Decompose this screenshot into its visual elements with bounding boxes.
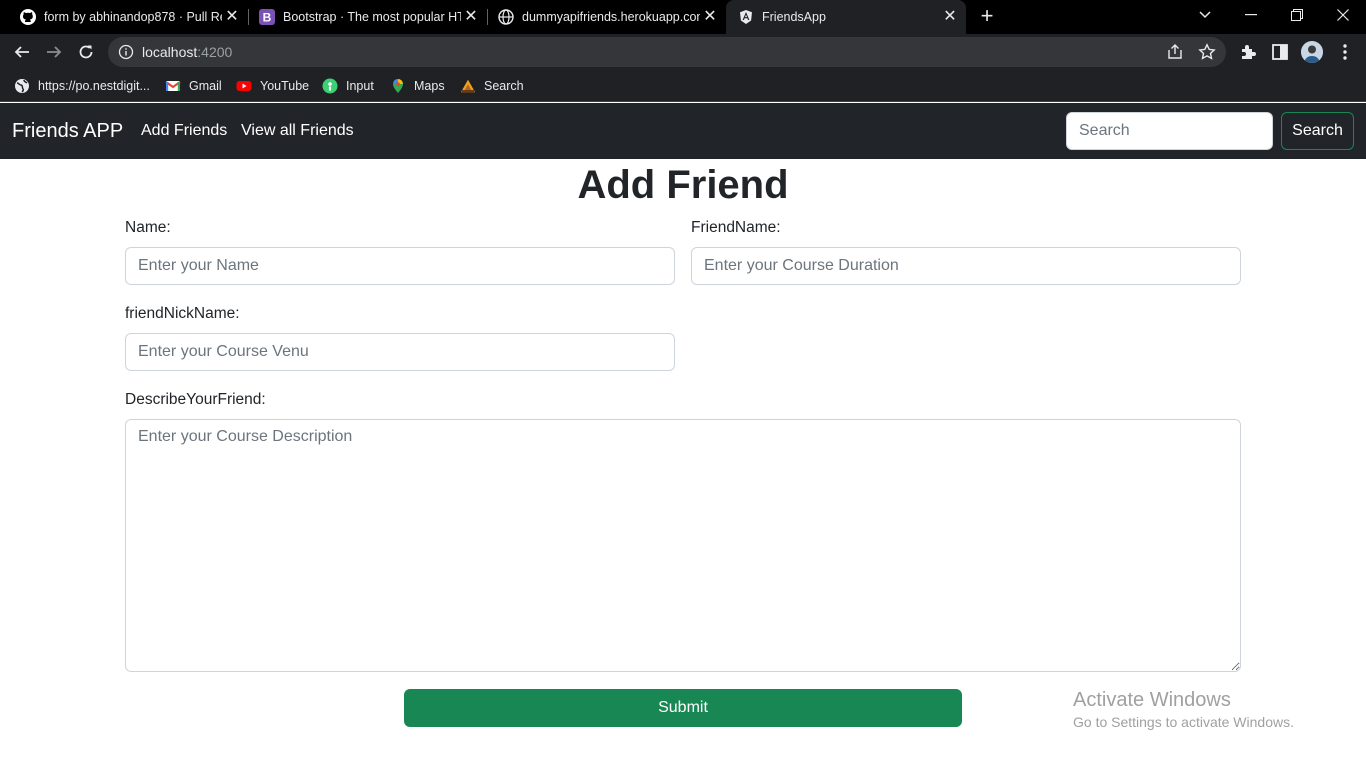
- menu-kebab-icon[interactable]: [1335, 42, 1355, 62]
- forward-icon[interactable]: [40, 38, 68, 66]
- tab-search-icon[interactable]: [1182, 0, 1228, 30]
- input-icon: [322, 78, 338, 94]
- browser-tab-bootstrap[interactable]: B Bootstrap · The most popular HTI ✕: [247, 0, 487, 34]
- navbar-search-button[interactable]: Search: [1281, 112, 1354, 150]
- activation-watermark-title: Activate Windows: [1073, 689, 1231, 711]
- restore-icon[interactable]: [1274, 0, 1320, 30]
- tab-title: form by abhinandop878 · Pull Re: [44, 10, 222, 24]
- close-tab-icon[interactable]: ✕: [461, 7, 481, 27]
- minimize-icon[interactable]: [1228, 0, 1274, 30]
- close-window-icon[interactable]: [1320, 0, 1366, 30]
- bookmark-label: Gmail: [189, 79, 222, 93]
- url-port: :4200: [197, 44, 233, 60]
- browser-tab-friendsapp[interactable]: FriendsApp ✕: [726, 0, 966, 34]
- close-tab-icon[interactable]: ✕: [222, 7, 242, 27]
- new-tab-icon[interactable]: +: [976, 5, 998, 28]
- bookmark-nestdigit[interactable]: https://po.nestdigit...: [14, 76, 150, 96]
- friend-name-label: FriendName:: [691, 219, 781, 236]
- navbar-search-input[interactable]: [1066, 112, 1273, 150]
- close-tab-icon[interactable]: ✕: [940, 7, 960, 27]
- bootstrap-icon: B: [259, 9, 275, 25]
- close-tab-icon[interactable]: ✕: [700, 7, 720, 27]
- navbar-brand[interactable]: Friends APP: [12, 103, 123, 159]
- bookmark-label: Maps: [414, 79, 445, 93]
- tab-title: Bootstrap · The most popular HTI: [283, 10, 461, 24]
- share-icon[interactable]: [1166, 43, 1184, 61]
- submit-button[interactable]: Submit: [404, 689, 962, 727]
- describe-label: DescribeYourFriend:: [125, 391, 266, 408]
- browser-tab-strip: form by abhinandop878 · Pull Re ✕ B Boot…: [0, 0, 1366, 34]
- bookmark-label: YouTube: [260, 79, 310, 93]
- name-input[interactable]: [125, 247, 675, 285]
- tab-title: FriendsApp: [762, 10, 826, 24]
- search-bookmark-icon: [460, 78, 476, 94]
- address-url: localhost:4200: [142, 37, 232, 67]
- bookmark-label: https://po.nestdigit...: [38, 79, 150, 93]
- nav-link-add-friends[interactable]: Add Friends: [141, 103, 227, 159]
- svg-text:B: B: [263, 11, 272, 25]
- bookmark-label: Search: [484, 79, 524, 93]
- github-icon: [20, 9, 36, 25]
- back-icon[interactable]: [8, 38, 36, 66]
- page-title: Add Friend: [577, 163, 789, 207]
- tab-title: dummyapifriends.herokuapp.com: [522, 10, 700, 24]
- bookmark-maps[interactable]: Maps: [390, 76, 445, 96]
- profile-avatar[interactable]: [1301, 41, 1323, 63]
- bookmark-label: Input: [346, 79, 374, 93]
- app-navbar: Friends APP Add Friends View all Friends…: [0, 103, 1366, 159]
- nickname-label: friendNickName:: [125, 305, 240, 322]
- bookmark-gmail[interactable]: Gmail: [165, 76, 222, 96]
- browser-tab-dummyapi[interactable]: dummyapifriends.herokuapp.com ✕: [486, 0, 726, 34]
- side-panel-icon[interactable]: [1270, 42, 1290, 62]
- site-info-icon[interactable]: [118, 44, 134, 60]
- bookmark-input[interactable]: Input: [322, 76, 374, 96]
- youtube-icon: [236, 78, 252, 94]
- url-host: localhost: [142, 44, 198, 60]
- describe-textarea[interactable]: [125, 419, 1241, 672]
- extensions-icon[interactable]: [1238, 42, 1258, 62]
- nav-link-view-all-friends[interactable]: View all Friends: [241, 103, 354, 159]
- browser-tab-github[interactable]: form by abhinandop878 · Pull Re ✕: [8, 0, 248, 34]
- activation-watermark-subtitle: Go to Settings to activate Windows.: [1073, 714, 1294, 730]
- bookmarks-bar: https://po.nestdigit... Gmail YouTube In…: [0, 70, 1366, 102]
- reload-icon[interactable]: [72, 38, 100, 66]
- nickname-input[interactable]: [125, 333, 675, 371]
- gmail-icon: [165, 78, 181, 94]
- browser-toolbar: localhost:4200: [0, 34, 1366, 70]
- name-label: Name:: [125, 219, 171, 236]
- globe-icon: [498, 9, 514, 25]
- maps-icon: [390, 78, 406, 94]
- friend-name-input[interactable]: [691, 247, 1241, 285]
- angular-icon: [738, 9, 754, 25]
- bookmark-star-icon[interactable]: [1198, 43, 1216, 61]
- address-bar[interactable]: localhost:4200: [108, 37, 1226, 67]
- bookmark-youtube[interactable]: YouTube: [236, 76, 309, 96]
- globe-icon: [14, 78, 30, 94]
- bookmark-search[interactable]: Search: [460, 76, 524, 96]
